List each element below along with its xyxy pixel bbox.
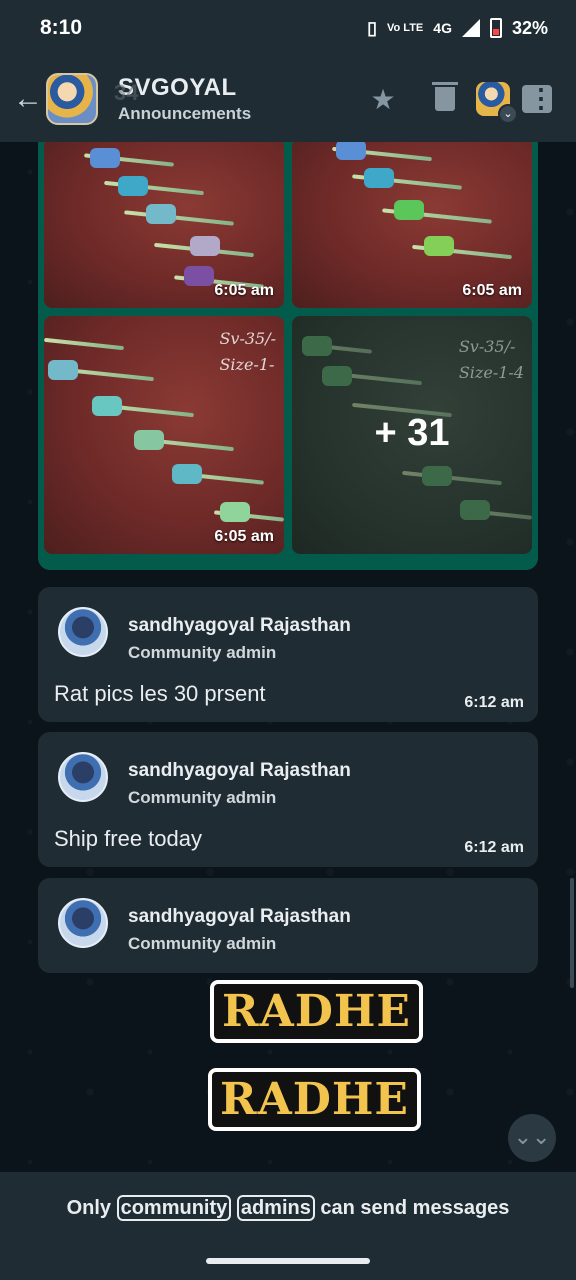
scrollbar[interactable] [570,878,574,988]
admin-only-notice: Only community admins can send messages [66,1194,510,1221]
media-more-tile[interactable]: Sv-35/- Size-1-4 + 31 [292,316,532,554]
footer-text-prefix: Only [66,1196,117,1219]
message-time: 6:12 am [464,694,524,711]
star-icon[interactable]: ★ [368,84,398,115]
radhe-radhe-sticker[interactable]: RADHE RADHE [204,972,423,1162]
message-bubble[interactable]: sandhyagoyal Rajasthan Community admin R… [38,587,538,722]
home-gesture-handle[interactable] [206,1258,370,1264]
sender-avatar[interactable] [58,607,108,657]
back-arrow-icon[interactable]: ← [8,82,48,116]
battery-percent: 32% [511,17,548,38]
group-subtitle: Announcements [118,104,252,123]
sender-role: Community admin [128,643,277,662]
status-time: 8:10 [40,16,83,39]
sticker-text-line: RADHE [208,1068,421,1131]
admin-only-footer: Only community admins can send messages [0,1172,576,1244]
vibrate-icon: ▯ [367,17,378,38]
chat-header: ← 34 SVGOYAL Announcements ★ ⌄ [0,56,576,142]
media-timestamp: 6:05 am [214,528,274,545]
status-icons: ▯ Vo LTE 4G 32% [367,18,548,39]
message-bubble[interactable]: sandhyagoyal Rajasthan Community admin S… [38,732,538,867]
chevron-down-icon: ⌄ [498,104,518,124]
double-chevron-down-icon: ⌄⌄ [513,1124,551,1149]
media-caption-note: Sv-35/- Size-1-4 [458,337,524,382]
sticker-text-line: RADHE [210,980,423,1043]
message-text: Ship free today [54,826,202,851]
battery-icon [489,18,502,38]
sender-role: Community admin [128,788,277,807]
community-avatar[interactable] [46,73,98,125]
sender-name[interactable]: sandhyagoyal Rajasthan [128,906,351,928]
footer-text-suffix: can send messages [314,1196,510,1219]
status-bar: 8:10 ▯ Vo LTE 4G 32% [0,0,576,56]
selected-count: 34 [114,80,139,105]
forward-icon[interactable] [522,83,554,113]
admins-link[interactable]: admins [236,1194,315,1221]
media-tile[interactable]: Sv-35/- Size-1- 6:05 am [44,316,284,554]
system-nav-bar [0,1244,576,1280]
media-tile[interactable]: 6:05 am [44,142,284,308]
volte-icon: Vo LTE [387,22,424,34]
signal-icon [461,19,480,37]
message-text: Rat pics les 30 prsent [54,681,266,706]
sender-avatar[interactable] [58,752,108,802]
sender-avatar[interactable] [58,898,108,948]
network-type: 4G [433,20,452,36]
chat-area[interactable]: 6:05 am 6:05 am Sv-35/- Size-1- 6:05 am … [0,142,576,1172]
profile-switch-avatar[interactable]: ⌄ [476,82,518,124]
community-title: SVGOYAL [118,74,237,101]
media-album-bubble[interactable]: 6:05 am 6:05 am Sv-35/- Size-1- 6:05 am … [38,142,538,570]
sender-name[interactable]: sandhyagoyal Rajasthan [128,760,351,782]
header-title-area[interactable]: 34 SVGOYAL Announcements [114,74,352,124]
more-media-count: + 31 [374,412,450,454]
media-caption-note: Sv-35/- Size-1- [219,329,276,374]
delete-icon[interactable] [430,82,460,114]
message-time: 6:12 am [464,839,524,856]
sender-name[interactable]: sandhyagoyal Rajasthan [128,615,351,637]
media-tile[interactable]: 6:05 am [292,142,532,308]
footer-space [231,1197,237,1219]
community-link[interactable]: community [116,1194,232,1221]
media-timestamp: 6:05 am [462,282,522,299]
message-bubble[interactable]: sandhyagoyal Rajasthan Community admin [38,878,538,973]
sender-role: Community admin [128,934,277,953]
scroll-to-bottom-button[interactable]: ⌄⌄ [508,1114,556,1162]
media-timestamp: 6:05 am [214,282,274,299]
